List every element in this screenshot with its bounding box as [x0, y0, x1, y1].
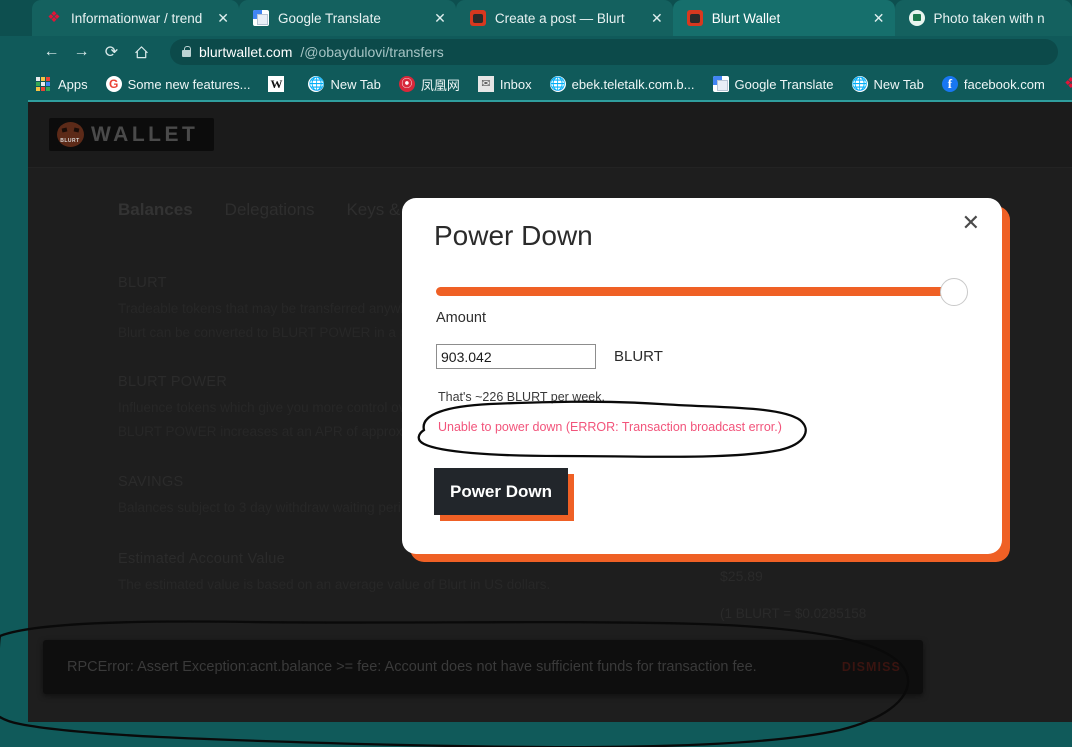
- bookmark-inbox[interactable]: ✉ Inbox: [477, 76, 541, 92]
- bookmark-label: Some new features...: [127, 76, 251, 92]
- blurt-icon: [469, 10, 486, 26]
- bookmark-label: 凤凰网: [420, 77, 460, 93]
- estimated-account-value: $25.89: [720, 568, 763, 584]
- bookmarks-bar: Apps G Some new features... W 🌐 New Tab …: [0, 68, 1072, 100]
- bookmark-label: Inbox: [499, 76, 532, 92]
- url-host: blurtwallet.com: [199, 44, 293, 60]
- globe-icon: 🌐: [549, 76, 566, 92]
- wikipedia-icon: W: [268, 76, 285, 92]
- browser-tab-0[interactable]: ❖ Informationwar / trending — H ✕: [32, 0, 241, 36]
- globe-icon: 🌐: [851, 76, 868, 92]
- tab-strip: ❖ Informationwar / trending — H ✕ Google…: [0, 0, 1072, 36]
- bookmark-label: New Tab: [330, 76, 381, 92]
- browser-window: ❖ Informationwar / trending — H ✕ Google…: [0, 0, 1072, 747]
- mail-icon: ✉: [477, 76, 494, 92]
- amount-input[interactable]: [436, 344, 596, 369]
- amount-unit-label: BLURT: [614, 348, 663, 365]
- power-down-submit-button[interactable]: Power Down: [434, 468, 568, 515]
- browser-tab-2[interactable]: Create a post — Blurt ✕: [455, 0, 673, 36]
- slider-thumb[interactable]: [940, 278, 968, 306]
- tab-close-icon[interactable]: ✕: [651, 10, 663, 27]
- home-icon[interactable]: [128, 39, 155, 66]
- bookmark-label: Google Translate: [734, 76, 834, 92]
- bookmark-new-tab-1[interactable]: 🌐 New Tab: [308, 76, 389, 92]
- ifeng-icon: ⦿: [398, 76, 415, 92]
- bookmark-label: facebook.com: [963, 76, 1045, 92]
- reload-icon[interactable]: ⟳: [98, 39, 125, 66]
- logo-text: WALLET: [91, 122, 199, 146]
- bookmark-facebook[interactable]: f facebook.com: [941, 76, 1054, 92]
- amount-slider[interactable]: [436, 276, 968, 306]
- google-translate-icon: [712, 76, 729, 92]
- navigation-toolbar: ← → ⟳ blurtwallet.com /@obaydulovi/transf…: [0, 36, 1072, 68]
- forward-icon[interactable]: →: [68, 39, 95, 66]
- bookmark-apps[interactable]: Apps: [36, 76, 97, 92]
- wallet-tab-bar: Balances Delegations Keys & Pe: [118, 200, 426, 220]
- browser-tab-4[interactable]: Photo taken with n: [894, 0, 1072, 36]
- logo-badge-label: BLURT: [60, 138, 80, 144]
- wallet-header: BLURT WALLET: [28, 102, 1072, 168]
- tab-title: Create a post — Blurt: [494, 10, 625, 26]
- power-down-modal: ✕ Power Down Amount BLURT That's ~226 BL…: [402, 198, 1002, 554]
- bookmark-label: Apps: [58, 76, 88, 92]
- tab-title: Photo taken with n: [933, 10, 1045, 26]
- tab-title: Blurt Wallet: [711, 10, 781, 26]
- toast-dismiss-button[interactable]: DISMISS: [842, 660, 901, 674]
- modal-title: Power Down: [434, 220, 593, 251]
- per-week-hint: That's ~226 BLURT per week.: [438, 390, 605, 404]
- photo-icon: [908, 10, 925, 26]
- tab-title: Google Translate: [278, 10, 381, 26]
- browser-tab-1[interactable]: Google Translate ✕: [239, 0, 457, 36]
- error-toast: RPCError: Assert Exception:acnt.balance …: [43, 640, 923, 694]
- blurt-icon: [686, 10, 703, 26]
- tab-title: Informationwar / trending — H: [71, 10, 203, 26]
- tab-delegations[interactable]: Delegations: [225, 200, 315, 220]
- amount-label: Amount: [436, 310, 486, 326]
- google-translate-icon: [253, 10, 270, 26]
- toast-message: RPCError: Assert Exception:acnt.balance …: [67, 659, 757, 675]
- bookmark-posts-by[interactable]: ❖ Posts by: [1063, 76, 1072, 92]
- estimated-account-value-group: $25.89 (1 BLURT = $0.0285158: [720, 568, 1050, 621]
- blurt-mascot-icon: BLURT: [51, 120, 89, 149]
- globe-icon: 🌐: [308, 76, 325, 92]
- bookmark-new-tab-2[interactable]: 🌐 New Tab: [851, 76, 933, 92]
- facebook-icon: f: [941, 76, 958, 92]
- error-message: Unable to power down (ERROR: Transaction…: [438, 420, 782, 434]
- hive-icon: ❖: [47, 9, 61, 26]
- browser-tab-3[interactable]: Blurt Wallet ✕: [672, 0, 895, 36]
- bookmark-label: New Tab: [873, 76, 924, 92]
- tab-close-icon[interactable]: ✕: [873, 10, 885, 27]
- url-path: /@obaydulovi/transfers: [300, 44, 444, 60]
- bookmark-some-new-features[interactable]: G Some new features...: [105, 76, 260, 92]
- tab-close-icon[interactable]: ✕: [434, 10, 446, 27]
- blurt-usd-rate: (1 BLURT = $0.0285158: [720, 606, 867, 621]
- close-icon[interactable]: ✕: [962, 212, 980, 234]
- amount-row: BLURT: [436, 344, 663, 369]
- bookmark-teletalk[interactable]: 🌐 ebek.teletalk.com.b...: [549, 76, 704, 92]
- bookmark-ifeng[interactable]: ⦿ 凤凰网: [398, 75, 469, 94]
- hive-icon: ❖: [1064, 75, 1072, 92]
- bookmark-label: ebek.teletalk.com.b...: [571, 76, 695, 92]
- apps-grid-icon: [36, 76, 52, 92]
- address-bar[interactable]: blurtwallet.com /@obaydulovi/transfers: [170, 39, 1058, 65]
- slider-track[interactable]: [436, 287, 954, 296]
- google-icon: G: [105, 76, 122, 92]
- tab-close-icon[interactable]: ✕: [217, 10, 229, 27]
- lock-icon: [182, 45, 191, 57]
- back-icon[interactable]: ←: [38, 39, 65, 66]
- bookmark-wikipedia[interactable]: W: [268, 76, 299, 92]
- tab-balances[interactable]: Balances: [118, 200, 193, 220]
- bookmark-google-translate[interactable]: Google Translate: [712, 76, 843, 92]
- blurt-wallet-logo[interactable]: BLURT WALLET: [49, 118, 215, 151]
